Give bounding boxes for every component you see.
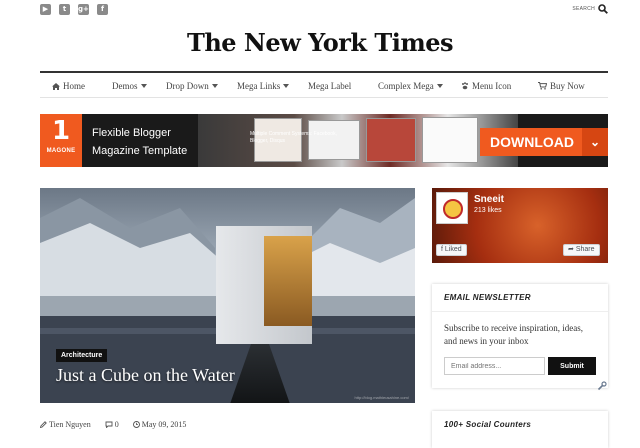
banner-title-line1: Flexible Blogger: [92, 127, 171, 139]
image-credit: http://blog.mathieusahine.com/: [354, 395, 409, 400]
banner-title: Flexible Blogger Magazine Template: [92, 124, 187, 160]
chevron-down-icon: [140, 84, 147, 88]
search-label: SEARCH: [572, 6, 595, 12]
widget-title: 100+ Social Counters: [444, 420, 532, 429]
nav-item-menu-icon[interactable]: Menu Icon: [461, 81, 511, 91]
nav-item-mega-label[interactable]: Mega Label: [308, 81, 351, 91]
social-links: ▶ t g+ f: [40, 4, 108, 15]
google-plus-icon[interactable]: g+: [78, 4, 89, 15]
nav-label: Drop Down: [166, 81, 209, 91]
search-icon[interactable]: [598, 4, 608, 14]
cart-icon: [538, 82, 547, 90]
banner-logo: 1 MAGONE: [40, 114, 82, 167]
home-icon: [52, 82, 60, 90]
twitter-icon[interactable]: t: [59, 4, 70, 15]
download-button[interactable]: DOWNLOAD ⌄: [480, 128, 608, 156]
banner-screenshots: [198, 114, 518, 167]
paw-icon: [462, 82, 468, 90]
top-bar: ▶ t g+ f SEARCH: [40, 4, 608, 18]
comment-icon: [105, 421, 113, 428]
liked-label: Liked: [444, 246, 462, 253]
banner-title-line2: Magazine Template: [92, 145, 188, 157]
post-title[interactable]: Just a Cube on the Water: [56, 365, 235, 386]
post-author[interactable]: Tien Nguyen: [40, 420, 91, 429]
post-comments[interactable]: 0: [105, 420, 119, 429]
banner-logo-number: 1: [51, 116, 71, 146]
nav-label: Demos: [112, 81, 138, 91]
featured-post[interactable]: Architecture Just a Cube on the Water ht…: [40, 188, 415, 403]
nav-label: Buy Now: [550, 81, 585, 91]
nav-item-demos[interactable]: Demos: [112, 81, 147, 91]
pencil-icon: [40, 421, 47, 428]
newsletter-description: Subscribe to receive inspiration, ideas,…: [444, 323, 583, 346]
cube-door-image: [264, 236, 312, 326]
share-icon: ➦: [568, 246, 576, 253]
page-name[interactable]: Sneeit: [474, 194, 504, 205]
nav-item-complex-mega[interactable]: Complex Mega: [378, 81, 443, 91]
category-tag[interactable]: Architecture: [56, 349, 108, 362]
share-button[interactable]: ➦ Share: [563, 244, 600, 256]
avatar-face-icon: [443, 199, 463, 219]
banner-logo-brand: MAGONE: [46, 148, 76, 154]
newsletter-form: Submit: [432, 348, 608, 385]
nav-label: Mega Label: [308, 81, 352, 91]
nav-label: Home: [63, 81, 85, 91]
page-likes: 213 likes: [474, 207, 502, 214]
chevron-down-icon: [283, 84, 290, 88]
submit-button[interactable]: Submit: [548, 357, 596, 375]
download-label: DOWNLOAD: [490, 134, 574, 150]
post-meta: Tien Nguyen 0 May 09, 2015: [40, 420, 186, 429]
social-counters-widget: 100+ Social Counters: [432, 411, 608, 448]
share-label: Share: [575, 246, 595, 253]
wrench-icon[interactable]: [597, 381, 607, 391]
nav-item-buy-now[interactable]: Buy Now: [538, 81, 585, 91]
facebook-icon[interactable]: f: [97, 4, 108, 15]
banner-ad[interactable]: 1 MAGONE Flexible Blogger Magazine Templ…: [40, 114, 608, 167]
chevron-down-icon: [211, 84, 218, 88]
search-button[interactable]: SEARCH: [572, 4, 608, 14]
chevron-down-icon: [436, 84, 443, 88]
comment-count: 0: [114, 420, 119, 429]
liked-button[interactable]: f Liked: [436, 244, 467, 256]
date-text: May 09, 2015: [141, 420, 187, 429]
screenshot-thumb: [366, 118, 416, 162]
nav-label: Mega Links: [237, 81, 281, 91]
nav-label: Menu Icon: [472, 81, 512, 91]
facebook-page-widget[interactable]: Sneeit 213 likes f Liked ➦ Share: [432, 188, 608, 263]
chevron-down-icon: ⌄: [582, 128, 608, 156]
nav-item-mega-links[interactable]: Mega Links: [237, 81, 290, 91]
page-avatar[interactable]: [436, 192, 468, 224]
author-name: Tien Nguyen: [49, 420, 91, 429]
widget-title: EMAIL NEWSLETTER: [432, 284, 608, 312]
site-logo[interactable]: The New York Times: [0, 28, 640, 57]
screenshot-thumb: [422, 117, 478, 163]
clock-icon: [132, 421, 140, 428]
youtube-icon[interactable]: ▶: [40, 4, 51, 15]
post-date: May 09, 2015: [132, 420, 187, 429]
nav-item-drop-down[interactable]: Drop Down: [166, 81, 218, 91]
email-field[interactable]: [444, 357, 545, 375]
banner-caption: Multiple Comment Systems: Facebook, Blog…: [250, 131, 337, 144]
nav-label: Complex Mega: [378, 81, 434, 91]
main-nav: Home Demos Drop Down Mega Links Mega Lab…: [40, 71, 608, 98]
nav-item-home[interactable]: Home: [52, 81, 85, 91]
newsletter-widget: EMAIL NEWSLETTER Subscribe to receive in…: [432, 284, 608, 388]
